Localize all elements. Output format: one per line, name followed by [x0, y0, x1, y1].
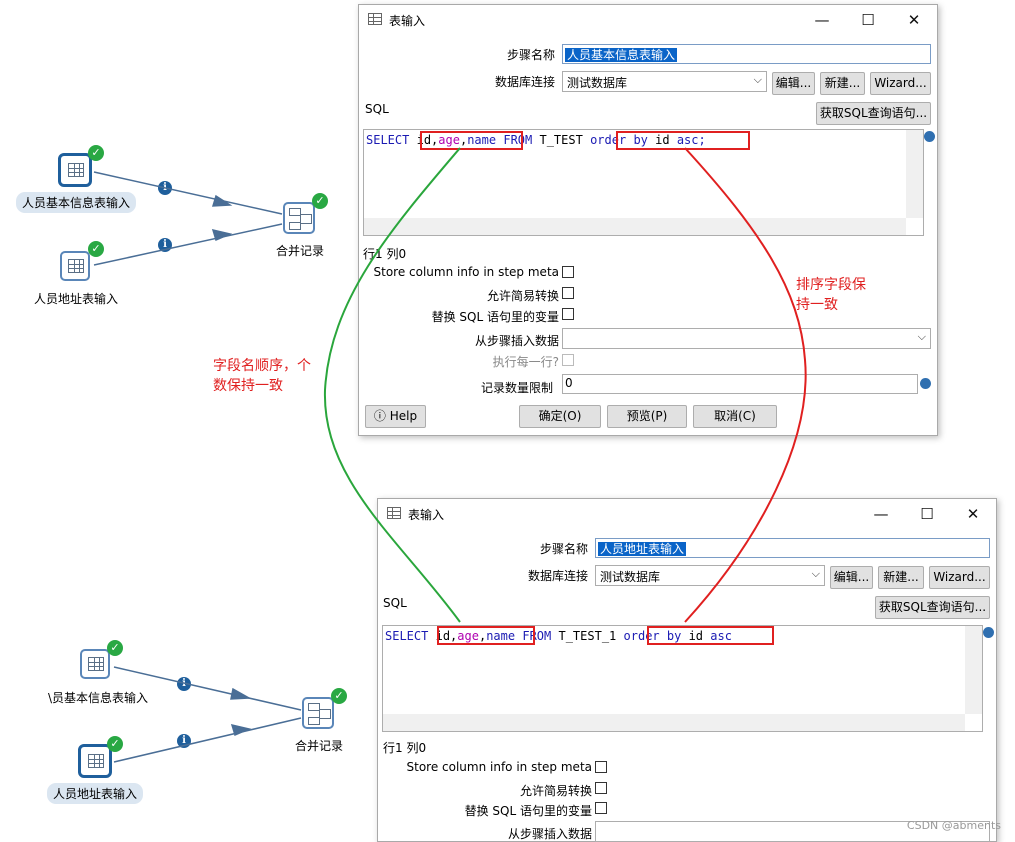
- sort-field-note: 排序字段保 持一致: [796, 275, 866, 315]
- field-order-note: 字段名顺序，个 数保持一致: [213, 356, 311, 396]
- note-line: 持一致: [796, 297, 838, 313]
- note-line: 排序字段保: [796, 277, 866, 293]
- note-line: 数保持一致: [213, 378, 283, 394]
- note-line: 字段名顺序，个: [213, 358, 311, 374]
- watermark: CSDN @abments: [906, 819, 1001, 832]
- green-connector-curve: [323, 147, 461, 623]
- annotation-curves: [323, 147, 807, 623]
- red-connector-curve: [684, 147, 807, 623]
